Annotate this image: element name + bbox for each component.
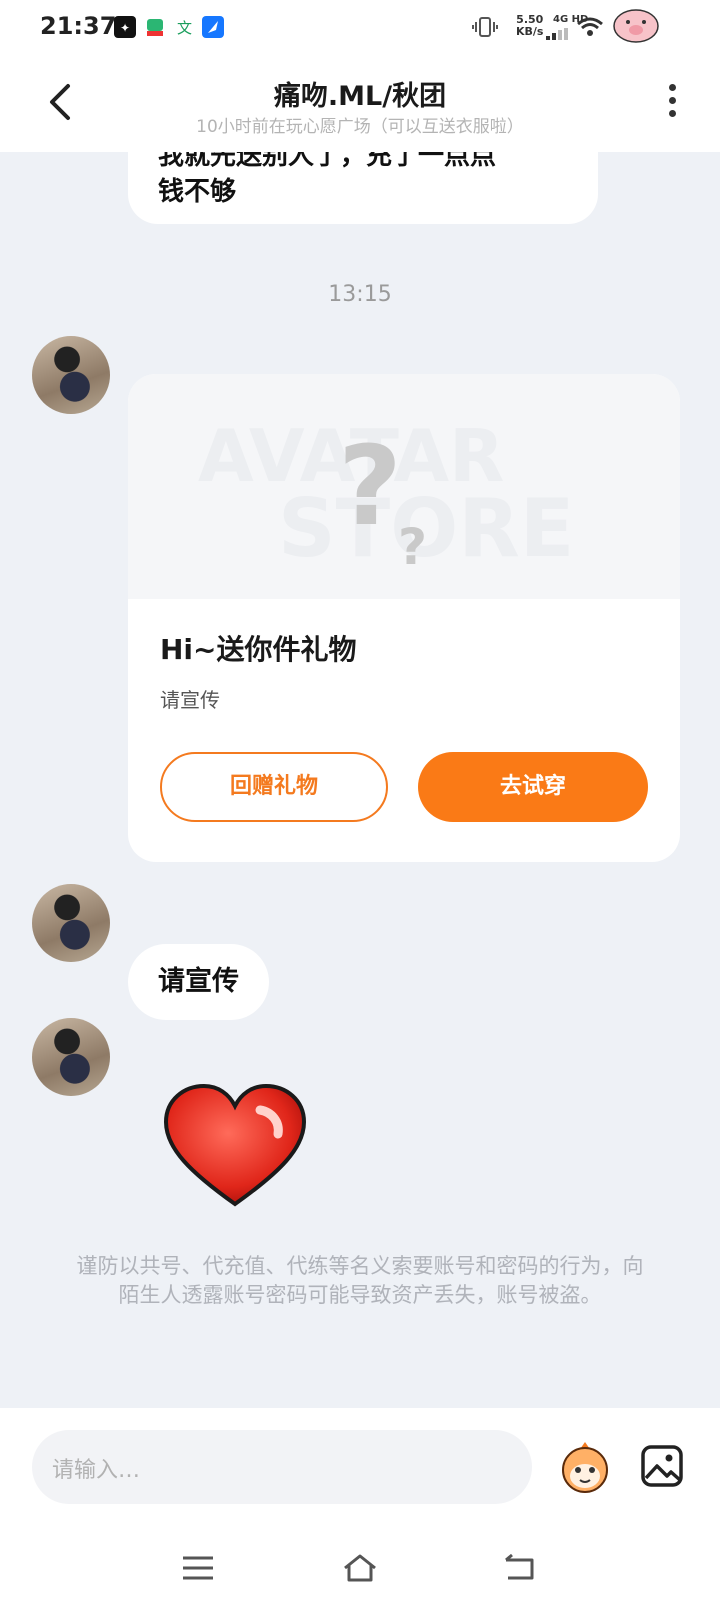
text-message-bubble[interactable]: 请宣传 xyxy=(128,944,269,1020)
pig-avatar-icon xyxy=(613,9,659,43)
gift-description: 请宣传 xyxy=(160,688,220,712)
status-bar: 21:37 ✦ 文 5.50 KB/s 4G HD xyxy=(0,0,720,56)
gift-title: Hi~送你件礼物 xyxy=(160,633,357,666)
return-gift-button[interactable]: 回赠礼物 xyxy=(160,752,388,822)
wifi-icon xyxy=(577,17,603,36)
avatar[interactable] xyxy=(32,884,110,962)
previous-message-line: 钱不够 xyxy=(158,177,237,207)
back-icon[interactable] xyxy=(502,1552,538,1584)
input-bar: 请输入… xyxy=(0,1408,720,1526)
signal-icon xyxy=(546,28,568,40)
question-mark-icon: ? ? xyxy=(338,424,427,574)
safety-notice: 谨防以共号、代充值、代练等名义索要账号和密码的行为，向陌生人透露账号密码可能导致… xyxy=(76,1254,644,1307)
svg-text:?: ? xyxy=(398,518,427,574)
message-input[interactable]: 请输入… xyxy=(32,1430,532,1504)
avatar[interactable] xyxy=(32,336,110,414)
notification-icon: ✦ xyxy=(114,16,136,38)
system-nav-bar xyxy=(0,1526,720,1612)
vibrate-icon xyxy=(472,17,498,37)
more-vertical-icon[interactable] xyxy=(664,84,680,124)
status-time: 21:37 xyxy=(40,12,117,40)
svg-text:?: ? xyxy=(338,424,402,550)
menu-icon[interactable] xyxy=(180,1552,216,1584)
gift-banner: AVATAR STORE ? ? xyxy=(128,374,680,599)
home-icon[interactable] xyxy=(342,1552,378,1584)
chat-header: 痛吻.ML/秋团 10小时前在玩心愿广场（可以互送衣服啦） xyxy=(0,56,720,152)
try-on-button[interactable]: 去试穿 xyxy=(418,752,648,822)
avatar[interactable] xyxy=(32,1018,110,1096)
svg-text:✦: ✦ xyxy=(120,21,130,35)
network-speed: 5.50 KB/s xyxy=(516,13,544,38)
mascot-emoji-icon[interactable] xyxy=(556,1438,614,1496)
gift-card[interactable]: AVATAR STORE ? ? Hi~送你件礼物 请宣传 回赠礼物 去试穿 xyxy=(128,374,680,862)
svg-text:文: 文 xyxy=(177,19,192,37)
chat-subtitle: 10小时前在玩心愿广场（可以互送衣服啦） xyxy=(196,117,524,137)
video-app-icon xyxy=(144,16,166,38)
image-picker-icon[interactable] xyxy=(640,1444,684,1488)
heart-sticker-icon[interactable] xyxy=(160,1082,310,1212)
input-placeholder: 请输入… xyxy=(52,1458,141,1483)
previous-message-line: 我就先送别人了，充了一点点 xyxy=(158,152,497,171)
feather-app-icon xyxy=(202,16,224,38)
chat-title[interactable]: 痛吻.ML/秋团 xyxy=(0,74,720,113)
translate-app-icon: 文 xyxy=(174,16,196,38)
message-list[interactable]: 我就先送别人了，充了一点点 钱不够 13:15 AVATAR STORE ? ?… xyxy=(0,152,720,1408)
previous-message-bubble[interactable]: 我就先送别人了，充了一点点 钱不够 xyxy=(128,152,598,224)
message-timestamp: 13:15 xyxy=(328,282,392,307)
